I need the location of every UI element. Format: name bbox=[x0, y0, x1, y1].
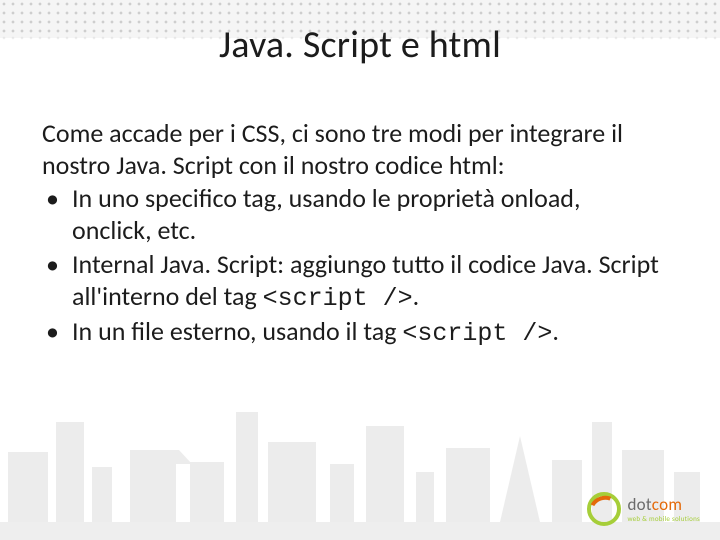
logo-text: dotcom web & mobile solutions bbox=[627, 496, 700, 522]
list-item: In uno specifico tag, usando le propriet… bbox=[42, 183, 660, 246]
code-snippet: <script /> bbox=[402, 319, 552, 348]
bullet-list: In uno specifico tag, usando le propriet… bbox=[42, 183, 660, 349]
logo-tagline: web & mobile solutions bbox=[627, 515, 700, 522]
logo-wordmark: dotcom bbox=[627, 496, 700, 513]
bullet-text: In un file esterno, usando il tag bbox=[72, 315, 402, 347]
intro-paragraph: Come accade per i CSS, ci sono tre modi … bbox=[42, 118, 660, 181]
bullet-text: . bbox=[552, 315, 559, 347]
slide-title: Java. Script e html bbox=[0, 22, 720, 68]
bullet-text: In uno specifico tag, usando le propriet… bbox=[72, 182, 580, 246]
list-item: Internal Java. Script: aggiungo tutto il… bbox=[42, 249, 660, 314]
logo-icon bbox=[587, 492, 621, 526]
slide-body: Come accade per i CSS, ci sono tre modi … bbox=[42, 118, 660, 350]
code-snippet: <script /> bbox=[263, 284, 413, 313]
logo-word-accent: com bbox=[652, 494, 683, 515]
list-item: In un file esterno, usando il tag <scrip… bbox=[42, 316, 660, 350]
brand-logo: dotcom web & mobile solutions bbox=[587, 492, 700, 526]
bullet-text: . bbox=[413, 280, 420, 312]
logo-word-prefix: dot bbox=[627, 494, 651, 515]
